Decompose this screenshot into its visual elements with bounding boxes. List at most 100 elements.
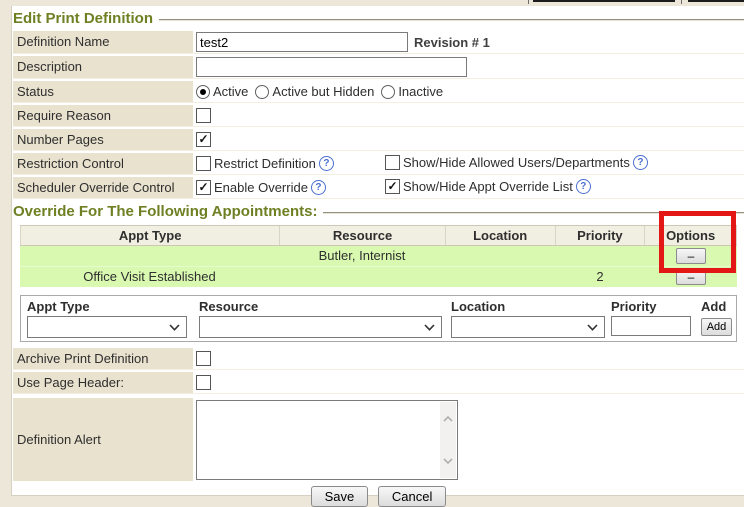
help-icon[interactable]: ?	[311, 180, 326, 195]
resource-cell: Butler, Internist	[279, 246, 445, 266]
add-header-location: Location	[449, 299, 609, 314]
status-label: Status	[13, 81, 193, 102]
divider	[323, 212, 744, 214]
archive-print-definition-row: Archive Print Definition	[13, 348, 744, 370]
status-radio-active-but-hidden[interactable]	[255, 85, 269, 99]
show-hide-users-checkbox[interactable]	[385, 155, 400, 170]
use-page-header-label: Use Page Header:	[13, 372, 193, 393]
chevron-down-icon	[169, 324, 180, 331]
edit-print-definition-panel: Edit Print Definition Definition Name Re…	[11, 6, 744, 496]
definition-name-label: Definition Name	[13, 31, 193, 53]
page-title-row: Edit Print Definition	[13, 10, 744, 27]
options-cell: –	[645, 267, 737, 287]
status-row: Status Active Active but Hidden Inactive	[13, 81, 744, 103]
divider	[159, 19, 744, 21]
add-override-header: Appt Type Resource Location Priority Add	[25, 299, 732, 314]
page-title: Edit Print Definition	[13, 10, 153, 27]
restriction-control-label: Restriction Control	[13, 153, 193, 174]
edit-print-definition-page: { "header": { "title": "Edit Print Defin…	[0, 0, 744, 506]
definition-name-input[interactable]	[196, 32, 408, 52]
restrict-definition-checkbox[interactable]	[196, 156, 211, 171]
add-override-box: Appt Type Resource Location Priority Add	[20, 295, 737, 342]
number-pages-label: Number Pages	[13, 129, 193, 150]
use-page-header-checkbox[interactable]	[196, 375, 211, 390]
show-hide-users-label: Show/Hide Allowed Users/Departments	[403, 155, 630, 170]
add-override-controls: Add	[25, 316, 732, 338]
link-separator	[681, 0, 682, 4]
priority-cell: 2	[555, 267, 645, 287]
description-row: Description	[13, 56, 744, 79]
description-label: Description	[13, 56, 193, 78]
description-input[interactable]	[196, 57, 467, 77]
help-icon[interactable]: ?	[633, 155, 648, 170]
archive-print-definition-checkbox[interactable]	[196, 351, 211, 366]
revision-label: Revision # 1	[414, 35, 490, 50]
restriction-control-row: Restriction Control Restrict Definition …	[13, 153, 744, 175]
link-separator	[528, 0, 529, 4]
priority-input[interactable]	[611, 316, 691, 336]
add-override-button[interactable]: Add	[701, 318, 732, 336]
save-button[interactable]: Save	[311, 486, 369, 507]
cancel-button[interactable]: Cancel	[378, 486, 446, 507]
definition-name-row: Definition Name Revision # 1	[13, 31, 744, 54]
add-header-add: Add	[701, 299, 732, 314]
scheduler-override-row: Scheduler Override Control ✓ Enable Over…	[13, 177, 744, 199]
help-icon[interactable]: ?	[319, 156, 334, 171]
enable-override-label: Enable Override	[214, 180, 308, 195]
override-row: Butler, Internist –	[20, 246, 737, 266]
resource-select[interactable]	[199, 316, 442, 338]
column-header-options: Options	[644, 226, 736, 245]
show-hide-appt-override-label: Show/Hide Appt Override List	[403, 179, 573, 194]
options-cell: –	[645, 246, 737, 266]
status-radio-active[interactable]	[196, 85, 210, 99]
number-pages-row: Number Pages ✓	[13, 129, 744, 151]
use-page-header-row: Use Page Header:	[13, 372, 744, 394]
add-header-appt-type: Appt Type	[25, 299, 197, 314]
status-option-label: Active	[213, 84, 248, 99]
resource-cell	[279, 267, 445, 287]
location-select[interactable]	[451, 316, 605, 338]
scroll-up-icon[interactable]	[443, 416, 453, 422]
override-row: Office Visit Established 2 –	[20, 266, 737, 287]
appt-type-cell: Office Visit Established	[20, 267, 279, 287]
require-reason-row: Require Reason	[13, 105, 744, 127]
show-hide-appt-override-checkbox[interactable]: ✓	[385, 179, 400, 194]
override-section-title-row: Override For The Following Appointments:	[13, 203, 744, 220]
require-reason-label: Require Reason	[13, 105, 193, 126]
number-pages-checkbox[interactable]: ✓	[196, 132, 211, 147]
archive-print-definition-label: Archive Print Definition	[13, 348, 193, 369]
override-table-header: Appt Type Resource Location Priority Opt…	[20, 225, 737, 246]
chevron-down-icon	[587, 324, 598, 331]
restrict-definition-label: Restrict Definition	[214, 156, 316, 171]
location-cell	[445, 267, 555, 287]
override-table: Appt Type Resource Location Priority Opt…	[20, 225, 737, 287]
status-radio-inactive[interactable]	[381, 85, 395, 99]
remove-override-button[interactable]: –	[676, 269, 706, 285]
truncated-link[interactable]	[688, 0, 744, 2]
truncated-link[interactable]	[533, 0, 675, 2]
location-cell	[445, 246, 555, 266]
scrollbar[interactable]	[440, 402, 456, 478]
scroll-down-icon[interactable]	[443, 458, 453, 464]
appt-type-select[interactable]	[27, 316, 187, 338]
enable-override-checkbox[interactable]: ✓	[196, 180, 211, 195]
require-reason-checkbox[interactable]	[196, 108, 211, 123]
add-header-priority: Priority	[609, 299, 701, 314]
column-header-priority: Priority	[555, 226, 645, 245]
appt-type-cell	[20, 246, 279, 266]
status-option-label: Inactive	[398, 84, 443, 99]
add-header-resource: Resource	[197, 299, 449, 314]
column-header-location: Location	[445, 226, 555, 245]
remove-override-button[interactable]: –	[676, 248, 706, 264]
scheduler-override-label: Scheduler Override Control	[13, 177, 193, 198]
column-header-appt-type: Appt Type	[21, 226, 279, 245]
override-section-title: Override For The Following Appointments:	[13, 203, 317, 220]
priority-cell	[555, 246, 645, 266]
status-option-label: Active but Hidden	[272, 84, 374, 99]
definition-alert-textarea[interactable]	[196, 400, 458, 480]
action-buttons-row: Save Cancel	[13, 486, 744, 507]
definition-alert-row: Definition Alert	[13, 398, 744, 481]
help-icon[interactable]: ?	[576, 179, 591, 194]
definition-alert-label: Definition Alert	[13, 398, 193, 481]
chevron-down-icon	[424, 324, 435, 331]
